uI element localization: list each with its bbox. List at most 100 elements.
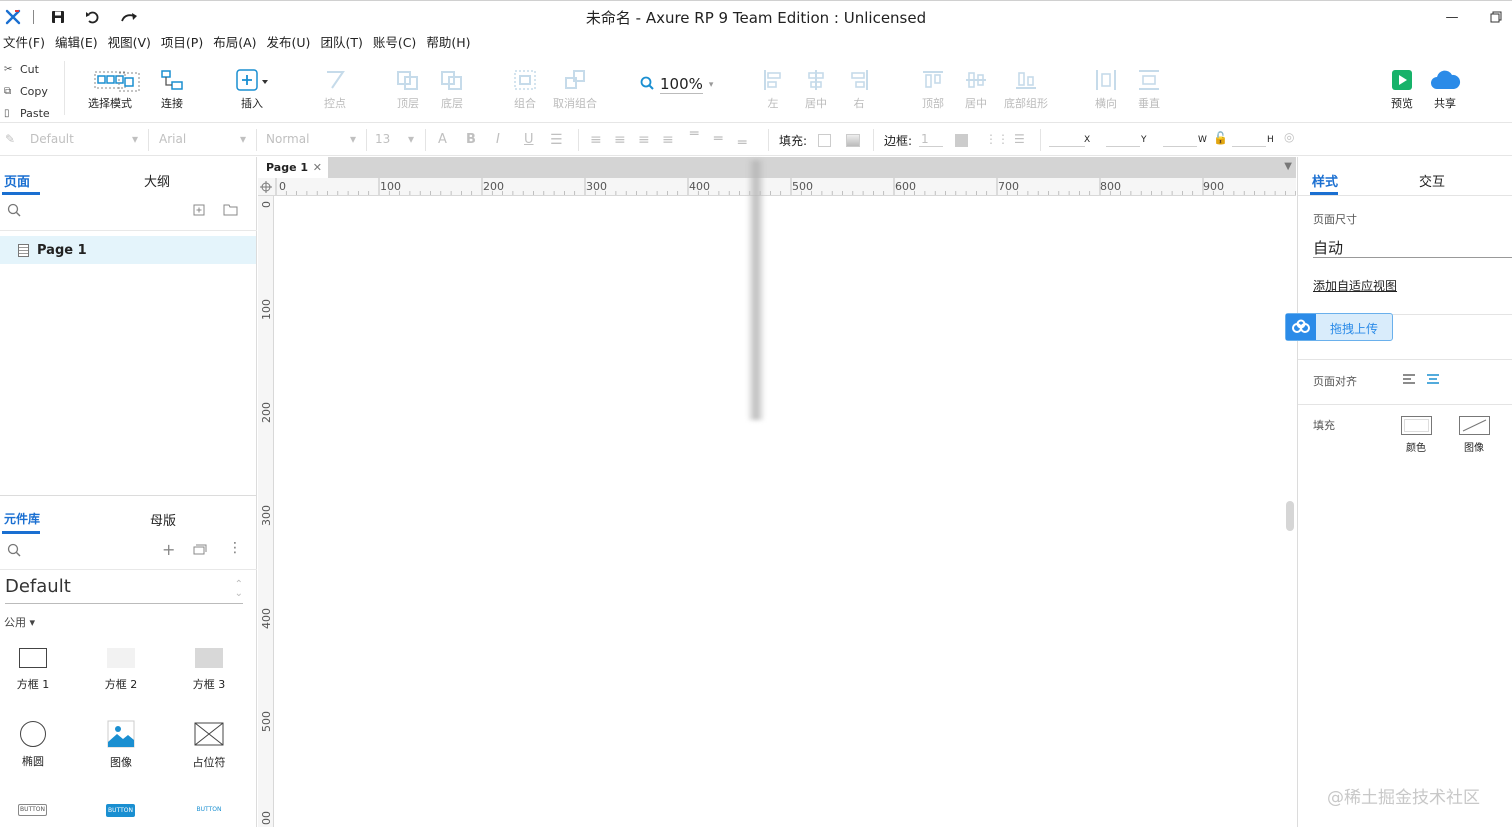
- chevron-down-icon[interactable]: ▼: [1284, 161, 1292, 172]
- design-canvas[interactable]: [275, 197, 1296, 827]
- tab-outline[interactable]: 大纲: [144, 171, 170, 190]
- library-select[interactable]: Default ⌃ ⌄: [5, 576, 243, 604]
- visibility-eye-icon[interactable]: ◎: [1284, 130, 1294, 144]
- align-text-right-icon[interactable]: ≡: [638, 132, 650, 148]
- font-select[interactable]: Arial: [159, 132, 186, 146]
- more-vertical-icon[interactable]: ⋮: [228, 540, 242, 556]
- x-input[interactable]: [1049, 146, 1085, 147]
- drag-upload-label: 拖拽上传: [1330, 322, 1379, 336]
- font-size-select[interactable]: 13: [375, 132, 390, 146]
- y-input[interactable]: [1106, 146, 1140, 147]
- restore-icon[interactable]: [1486, 7, 1506, 27]
- widget-label: 方框 1: [16, 678, 50, 691]
- connect-icon: [142, 65, 202, 95]
- menu-team[interactable]: 团队(T): [317, 32, 369, 54]
- close-icon[interactable]: ✕: [313, 161, 322, 174]
- valign-bottom-icon[interactable]: ═: [738, 135, 746, 151]
- height-input[interactable]: [1232, 146, 1266, 147]
- minimize-icon[interactable]: —: [1442, 7, 1462, 27]
- insert-button[interactable]: 插入: [222, 65, 282, 111]
- align-text-justify-icon[interactable]: ≡: [662, 132, 674, 148]
- add-adaptive-view-link[interactable]: 添加自适应视图: [1313, 277, 1397, 294]
- menu-account[interactable]: 账号(C): [370, 32, 423, 54]
- widget-ellipse[interactable]: 椭圆: [3, 721, 63, 769]
- font-weight-select[interactable]: Normal: [266, 132, 309, 146]
- shadow-icon[interactable]: [846, 134, 860, 147]
- style-select[interactable]: Default: [30, 132, 74, 146]
- widget-label: 椭圆: [22, 755, 44, 768]
- search-icon[interactable]: [7, 203, 21, 220]
- align-right-icon: [829, 65, 889, 95]
- library-group-label[interactable]: 公用 ▾: [4, 614, 35, 630]
- widget-box-1[interactable]: 方框 1: [3, 648, 63, 692]
- search-icon[interactable]: [7, 543, 21, 560]
- fill-color-swatch[interactable]: [818, 134, 831, 147]
- valign-top-icon[interactable]: ═: [690, 126, 698, 142]
- bullet-list-icon[interactable]: ☰: [550, 132, 563, 148]
- fill-image-button[interactable]: 图像: [1456, 416, 1492, 454]
- copy-button[interactable]: ⧉ Copy: [4, 80, 62, 102]
- fill-color-button[interactable]: 颜色: [1398, 416, 1434, 454]
- align-right-button[interactable]: 右: [829, 65, 889, 111]
- tab-pages[interactable]: 页面: [4, 171, 30, 190]
- style-edit-icon[interactable]: ✎: [5, 132, 15, 146]
- menu-edit[interactable]: 编辑(E): [52, 32, 105, 54]
- underline-icon[interactable]: U: [524, 132, 534, 147]
- button-widget-outline[interactable]: BUTTON: [18, 804, 47, 816]
- updown-icon: ⌃ ⌄: [234, 579, 243, 599]
- menu-arrange[interactable]: 布局(A): [210, 32, 263, 54]
- font-color-icon[interactable]: A: [438, 132, 447, 147]
- border-color-swatch[interactable]: [955, 134, 968, 147]
- page-list-item[interactable]: Page 1: [0, 236, 256, 264]
- align-page-center-icon[interactable]: [1426, 373, 1440, 388]
- copy-label: Copy: [20, 84, 48, 98]
- italic-icon[interactable]: I: [496, 132, 500, 147]
- menu-view[interactable]: 视图(V): [105, 32, 158, 54]
- border-width-input[interactable]: 1: [921, 132, 929, 146]
- bottom-layer-button[interactable]: 底层: [422, 65, 482, 111]
- connect-button[interactable]: 连接: [142, 65, 202, 111]
- share-button[interactable]: 共享: [1415, 65, 1475, 111]
- tab-interactions[interactable]: 交互: [1419, 171, 1445, 190]
- menu-help[interactable]: 帮助(H): [423, 32, 477, 54]
- align-page-left-icon[interactable]: [1402, 373, 1416, 388]
- menu-project[interactable]: 项目(P): [158, 32, 210, 54]
- tab-library[interactable]: 元件库: [4, 510, 40, 527]
- widget-box-2[interactable]: 方框 2: [91, 648, 151, 692]
- border-style-icon[interactable]: ☰: [1014, 132, 1025, 146]
- ungroup-button[interactable]: 取消组合: [545, 65, 605, 111]
- lock-icon[interactable]: 🔓: [1213, 131, 1228, 145]
- library-stack-icon[interactable]: [193, 543, 207, 558]
- menu-file[interactable]: 文件(F): [0, 32, 52, 54]
- widget-image[interactable]: 图像: [91, 720, 151, 770]
- page-size-underline: [1313, 257, 1512, 258]
- point-button[interactable]: 控点: [305, 65, 365, 111]
- drag-upload-badge[interactable]: 拖拽上传: [1285, 313, 1393, 341]
- page-size-select[interactable]: 自动: [1313, 237, 1343, 258]
- zoom-dropdown[interactable]: 100% ▾: [640, 75, 713, 94]
- select-intersect-icon[interactable]: [117, 71, 141, 96]
- bold-icon[interactable]: B: [466, 132, 476, 147]
- valign-middle-icon[interactable]: ═: [714, 131, 722, 147]
- add-page-icon[interactable]: [193, 204, 205, 219]
- add-library-icon[interactable]: +: [162, 540, 175, 559]
- align-text-center-icon[interactable]: ≡: [614, 132, 626, 148]
- paste-button[interactable]: ▯ Paste: [4, 102, 62, 124]
- tab-style[interactable]: 样式: [1312, 171, 1338, 190]
- widget-placeholder[interactable]: 占位符: [179, 722, 239, 770]
- distribute-vertical-button[interactable]: 垂直: [1119, 65, 1179, 111]
- add-folder-icon[interactable]: [223, 203, 238, 219]
- align-bottom-button[interactable]: 底部组形: [996, 65, 1056, 111]
- border-visibility-icon[interactable]: ⋮⋮: [985, 132, 1009, 146]
- align-text-left-icon[interactable]: ≡: [590, 132, 602, 148]
- canvas-scrollbar[interactable]: [1286, 501, 1294, 531]
- widget-box-3[interactable]: 方框 3: [179, 648, 239, 692]
- menu-publish[interactable]: 发布(U): [264, 32, 318, 54]
- button-widget-primary[interactable]: BUTTON: [106, 804, 135, 817]
- width-input[interactable]: [1163, 146, 1197, 147]
- tab-masters[interactable]: 母版: [150, 510, 176, 529]
- button-widget-link[interactable]: BUTTON: [193, 806, 225, 813]
- canvas-page-tab[interactable]: Page 1 ✕: [258, 157, 328, 178]
- w-label: W: [1198, 135, 1207, 145]
- cut-button[interactable]: ✂ Cut: [4, 58, 62, 80]
